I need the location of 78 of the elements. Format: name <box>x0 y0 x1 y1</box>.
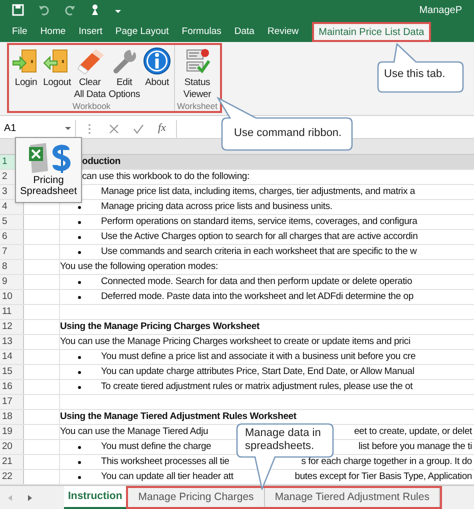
row-header[interactable]: 1 <box>2 156 8 167</box>
ribbon-button[interactable]: Edit Options <box>108 45 142 101</box>
row-header[interactable]: 2 <box>2 171 8 182</box>
cross-icon <box>109 124 119 134</box>
cell-text: You must define a price list and associate it with a business unit before you cre <box>101 350 416 364</box>
ribbon-tab[interactable]: File <box>12 22 28 42</box>
section-heading: oduction <box>82 155 121 169</box>
sheet-tab[interactable]: Manage Tiered Adjustment Rules <box>264 488 440 507</box>
group-label: Worksheet <box>177 101 218 113</box>
cell-text: Use commands and search criteria in each worksheet that are specific to the w <box>101 245 417 259</box>
cell-text: You can update all tier header att <box>101 470 234 484</box>
save-icon <box>12 4 24 16</box>
cell-text: Manage pricing data across price lists and business units. <box>101 200 332 214</box>
ribbon-tab[interactable]: Home <box>40 22 66 42</box>
check-icon <box>133 124 144 134</box>
ribbon-tab[interactable]: Page Layout <box>115 22 169 42</box>
section-heading: Using the Manage Pricing Charges Worksheet <box>60 320 260 334</box>
cell-text: To create tiered adjustment rules or matrix adjustment rules, please use the ot <box>101 380 413 394</box>
cell-text: s for each charge together in a group. It do <box>301 455 472 469</box>
eraser-icon <box>76 47 104 75</box>
bullet-icon <box>78 296 81 298</box>
cell-text: Perform operations on standard items, service items, coverages, and configura <box>101 215 418 229</box>
ribbon-tab[interactable]: Formulas <box>182 22 222 42</box>
bullet-icon <box>78 370 81 374</box>
cell-text: Deferred mode. Paste data into the worksheet and let ADFdi determine the op <box>101 290 414 304</box>
left-arrow-icon <box>8 494 12 500</box>
insert-function-button[interactable]: fx <box>152 120 172 137</box>
cell-text: You use the following operation modes: <box>60 260 218 274</box>
bullet-icon <box>78 206 81 208</box>
cell-text: You can update charge attributes Price, Start Date, End Date, or Allow Manual <box>101 365 414 379</box>
cell-text: Connected mode. Search for data and then perform update or delete operatio <box>101 275 412 289</box>
bullet-icon <box>78 446 81 448</box>
row-header[interactable]: 3 <box>2 186 8 197</box>
cell-text: Manage price list data, including items, charges, tier adjustments, and matrix a <box>101 185 416 199</box>
row-header[interactable]: 4 <box>2 201 8 212</box>
cell-text: eet to create, update, or delet <box>354 425 472 439</box>
cell-text: can use this workbook to do the following: <box>82 170 250 184</box>
row-header[interactable]: 9 <box>2 276 8 287</box>
cell-text: butes except for Tier Basis Type, Application <box>294 470 472 484</box>
ribbon-tab[interactable]: Insert <box>78 22 102 42</box>
bullet-icon <box>78 250 81 254</box>
section-heading: Using the Manage Tiered Adjustment Rules Worksheet <box>60 410 296 424</box>
grip-icon <box>88 122 91 134</box>
ribbon-tab[interactable]: Review <box>267 22 299 42</box>
row-header[interactable]: 7 <box>2 246 8 257</box>
cell-text: You must define the charge <box>101 440 212 454</box>
ribbon-button[interactable]: Logout <box>42 45 72 89</box>
group-label: Workbook <box>72 101 111 113</box>
row-header[interactable]: 8 <box>2 261 8 272</box>
ribbon-button[interactable]: Clear All Data <box>73 45 107 101</box>
row-header[interactable]: 6 <box>2 231 8 242</box>
bullet-icon <box>78 220 81 224</box>
sheet-tab[interactable]: Instruction <box>64 486 126 509</box>
ribbon-tab[interactable]: Data <box>234 22 254 42</box>
ribbon-tab[interactable]: Maintain Price List Data <box>312 22 432 42</box>
bullet-icon <box>78 356 81 358</box>
undo-icon <box>38 4 50 16</box>
bullet-icon <box>78 460 81 464</box>
row-header[interactable]: 5 <box>2 216 8 227</box>
cell-text: You can use the Manage Tiered Adju <box>60 425 208 439</box>
bullet-icon <box>78 386 81 388</box>
ribbon-button[interactable]: About <box>142 45 172 89</box>
callout-tooltip: Use this tab. <box>376 43 466 94</box>
cell-text: list before you manage the ti <box>358 440 472 454</box>
bullet-icon <box>78 280 81 284</box>
cell-text: Use the Active Charges option to search for all charges that are active accordin <box>101 230 418 244</box>
dropdown-icon <box>65 127 71 130</box>
bullet-icon <box>78 476 81 478</box>
info-icon <box>143 47 172 75</box>
cell-text: This worksheet processes all tie <box>101 455 230 469</box>
window-title: ManageP <box>419 4 462 18</box>
pricing-spreadsheet-shortcut-tooltip[interactable]: Pricing Spreadsheet <box>15 137 82 203</box>
ribbon-button[interactable]: Status Viewer <box>182 45 212 101</box>
redo-icon <box>64 4 76 16</box>
right-arrow-icon <box>28 494 32 500</box>
ribbon-button[interactable]: Login <box>11 45 41 89</box>
bullet-icon <box>78 236 81 238</box>
cell-text: You can use the Manage Pricing Charges worksheet to create or update items and prici <box>60 335 410 349</box>
